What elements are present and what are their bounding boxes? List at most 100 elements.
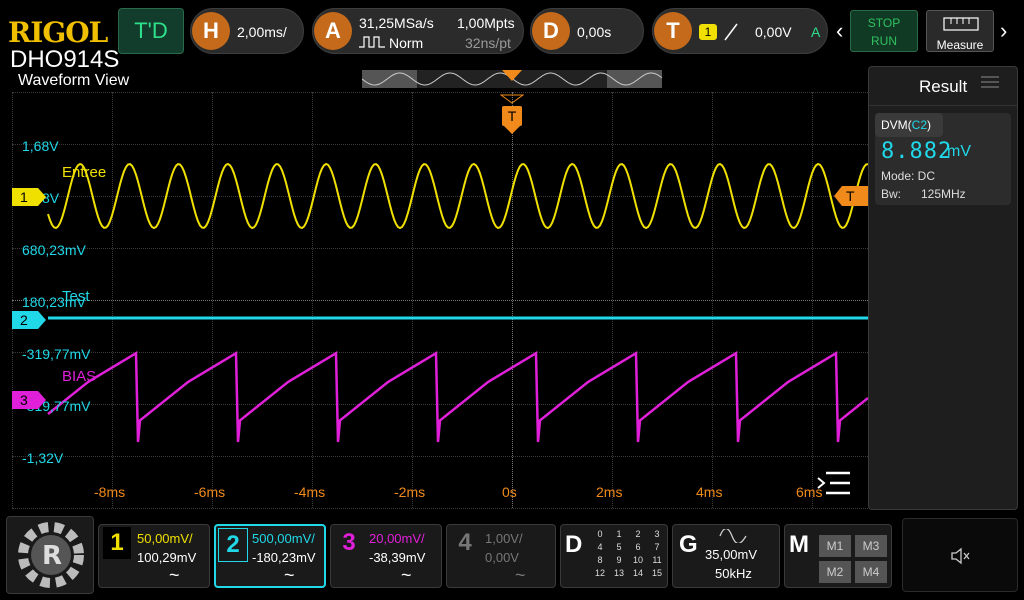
trigger-time-marker[interactable]: T bbox=[502, 106, 522, 126]
math-letter: M bbox=[789, 531, 809, 558]
sine-icon bbox=[719, 529, 747, 543]
generator-amplitude: 35,00mV bbox=[705, 547, 758, 562]
model-name: DHO914S bbox=[10, 46, 120, 73]
result-panel[interactable]: Result DVM(C2) 8.882 mV Mode: DC Bw: 125… bbox=[868, 66, 1018, 510]
acquire-icon[interactable]: A bbox=[314, 12, 352, 50]
ch3-number: 3 bbox=[342, 529, 356, 556]
top-bar: RIGOL DHO914S T'D 2,00ms/ H 31,25MSa/s N… bbox=[0, 0, 1024, 73]
ch3-coupling-icon: ~ bbox=[401, 565, 412, 585]
delay-value: 0,00s bbox=[577, 24, 612, 40]
trigger-source: 1 bbox=[699, 24, 717, 40]
trigger-outline-icon bbox=[500, 94, 524, 104]
ch3-scale: 20,00mV/ bbox=[369, 531, 425, 546]
ch3-trace bbox=[47, 351, 868, 443]
chevron-right-icon[interactable]: › bbox=[1000, 18, 1007, 44]
horizontal-icon[interactable]: H bbox=[192, 12, 230, 50]
digital-channel-number: 12 bbox=[594, 568, 605, 578]
x-tick: -6ms bbox=[194, 484, 226, 500]
x-tick: 0s bbox=[502, 484, 517, 500]
digital-channel-number: 1 bbox=[616, 529, 622, 539]
horizontal-scale: 2,00ms/ bbox=[237, 24, 287, 40]
ch1-number: 1 bbox=[103, 527, 131, 559]
home-button[interactable]: R bbox=[6, 516, 94, 594]
time-delay-button[interactable]: T'D bbox=[118, 8, 184, 54]
digital-channel-number: 9 bbox=[616, 555, 622, 565]
stop-run-button[interactable]: STOP RUN bbox=[850, 10, 918, 52]
ch1-trace bbox=[47, 162, 868, 230]
run-label: RUN bbox=[871, 34, 897, 48]
ch1-marker-label: 1 bbox=[20, 189, 28, 205]
chevron-left-icon[interactable]: ‹ bbox=[836, 18, 843, 44]
ch2-label: Test bbox=[62, 288, 90, 305]
trigger-icon[interactable]: T bbox=[654, 12, 692, 50]
y-label-4: -319,77mV bbox=[22, 346, 91, 362]
result-menu-icon[interactable] bbox=[981, 75, 999, 89]
trigger-position-marker bbox=[502, 70, 522, 81]
ch2-marker-label: 2 bbox=[20, 312, 28, 328]
time-per-point: 32ns/pt bbox=[465, 35, 511, 51]
sample-rate: 31,25MSa/s bbox=[359, 15, 434, 31]
ch2-offset: -180,23mV bbox=[252, 550, 316, 565]
ch1-coupling-icon: ~ bbox=[169, 565, 180, 585]
x-tick: 2ms bbox=[596, 484, 623, 500]
digital-channel-number: 14 bbox=[632, 568, 643, 578]
ch3-marker[interactable]: 3 bbox=[12, 391, 48, 414]
delay-icon[interactable]: D bbox=[532, 12, 570, 50]
ruler-icon bbox=[943, 17, 979, 31]
rigol-logo: RIGOL bbox=[8, 16, 108, 49]
ch3-marker-label: 3 bbox=[20, 392, 28, 408]
x-tick: -2ms bbox=[394, 484, 426, 500]
ch2-settings[interactable]: 2 500,00mV/ -180,23mV ~ bbox=[214, 524, 326, 588]
digital-channel-number: 3 bbox=[654, 529, 660, 539]
result-title: Result bbox=[919, 77, 968, 96]
x-tick: 4ms bbox=[696, 484, 723, 500]
digital-channel-number: 10 bbox=[632, 555, 643, 565]
digital-channel-number: 8 bbox=[597, 555, 603, 565]
menu-icon[interactable] bbox=[816, 470, 852, 496]
dvm-card[interactable]: DVM(C2) 8.882 mV Mode: DC Bw: 125MHz bbox=[875, 113, 1011, 205]
measure-label: Measure bbox=[936, 38, 984, 52]
math-settings[interactable]: M M1 M3 M2 M4 bbox=[784, 524, 892, 588]
digital-channel-number: 15 bbox=[651, 568, 662, 578]
y-label-2: 680,23mV bbox=[22, 242, 86, 258]
ch4-coupling-icon: ~ bbox=[515, 565, 526, 585]
view-title: Waveform View bbox=[18, 72, 130, 89]
ch1-settings[interactable]: 1 50,00mV/ 100,29mV ~ bbox=[98, 524, 210, 588]
trigger-level-marker[interactable]: T bbox=[834, 186, 868, 206]
math-m4[interactable]: M4 bbox=[855, 561, 887, 583]
digital-channel-number: 7 bbox=[654, 542, 660, 552]
ch3-settings[interactable]: 3 20,00mV/ -38,39mV ~ bbox=[330, 524, 442, 588]
digital-settings[interactable]: D 0 1 2 3 4 5 6 7 8 9 10 11 12 13 14 15 bbox=[560, 524, 668, 588]
dvm-bw-value: 125MHz bbox=[921, 187, 966, 201]
math-m2[interactable]: M2 bbox=[819, 561, 851, 583]
result-header: Result bbox=[869, 67, 1017, 106]
ch4-settings[interactable]: 4 1,00V/ 0,00V ~ bbox=[446, 524, 556, 588]
acquire-mode: Norm bbox=[389, 35, 424, 51]
ch1-marker[interactable]: 1 bbox=[12, 188, 48, 211]
ch3-offset: -38,39mV bbox=[369, 550, 426, 565]
digital-channel-number: 6 bbox=[635, 542, 641, 552]
dvm-channel: C2 bbox=[911, 118, 928, 132]
ch1-scale: 50,00mV/ bbox=[137, 531, 193, 546]
ch2-scale: 500,00mV/ bbox=[252, 531, 315, 546]
memory-depth: 1,00Mpts bbox=[457, 15, 515, 31]
ch2-marker[interactable]: 2 bbox=[12, 311, 48, 334]
ch2-coupling-icon: ~ bbox=[284, 565, 295, 585]
dvm-tab: DVM(C2) bbox=[875, 113, 943, 137]
ch3-label: BIAS bbox=[62, 368, 97, 385]
mute-button[interactable] bbox=[902, 518, 1018, 592]
digital-letter: D bbox=[565, 531, 583, 558]
stop-label: STOP bbox=[867, 16, 901, 30]
measure-button[interactable]: Measure bbox=[926, 10, 994, 52]
math-m3[interactable]: M3 bbox=[855, 535, 887, 557]
math-m1[interactable]: M1 bbox=[819, 535, 851, 557]
generator-frequency: 50kHz bbox=[715, 566, 752, 581]
digital-channel-number: 13 bbox=[613, 568, 624, 578]
trigger-level-label: T bbox=[846, 188, 855, 204]
digital-channel-number: 2 bbox=[635, 529, 641, 539]
waveform-view[interactable]: 1,68V 8V 680,23mV 180,23mV -319,77mV -81… bbox=[12, 92, 868, 509]
trigger-mode: A bbox=[811, 24, 821, 40]
dvm-bw-label: Bw: bbox=[881, 187, 902, 201]
waveform-traces bbox=[47, 162, 868, 443]
generator-settings[interactable]: G 35,00mV 50kHz bbox=[672, 524, 780, 588]
